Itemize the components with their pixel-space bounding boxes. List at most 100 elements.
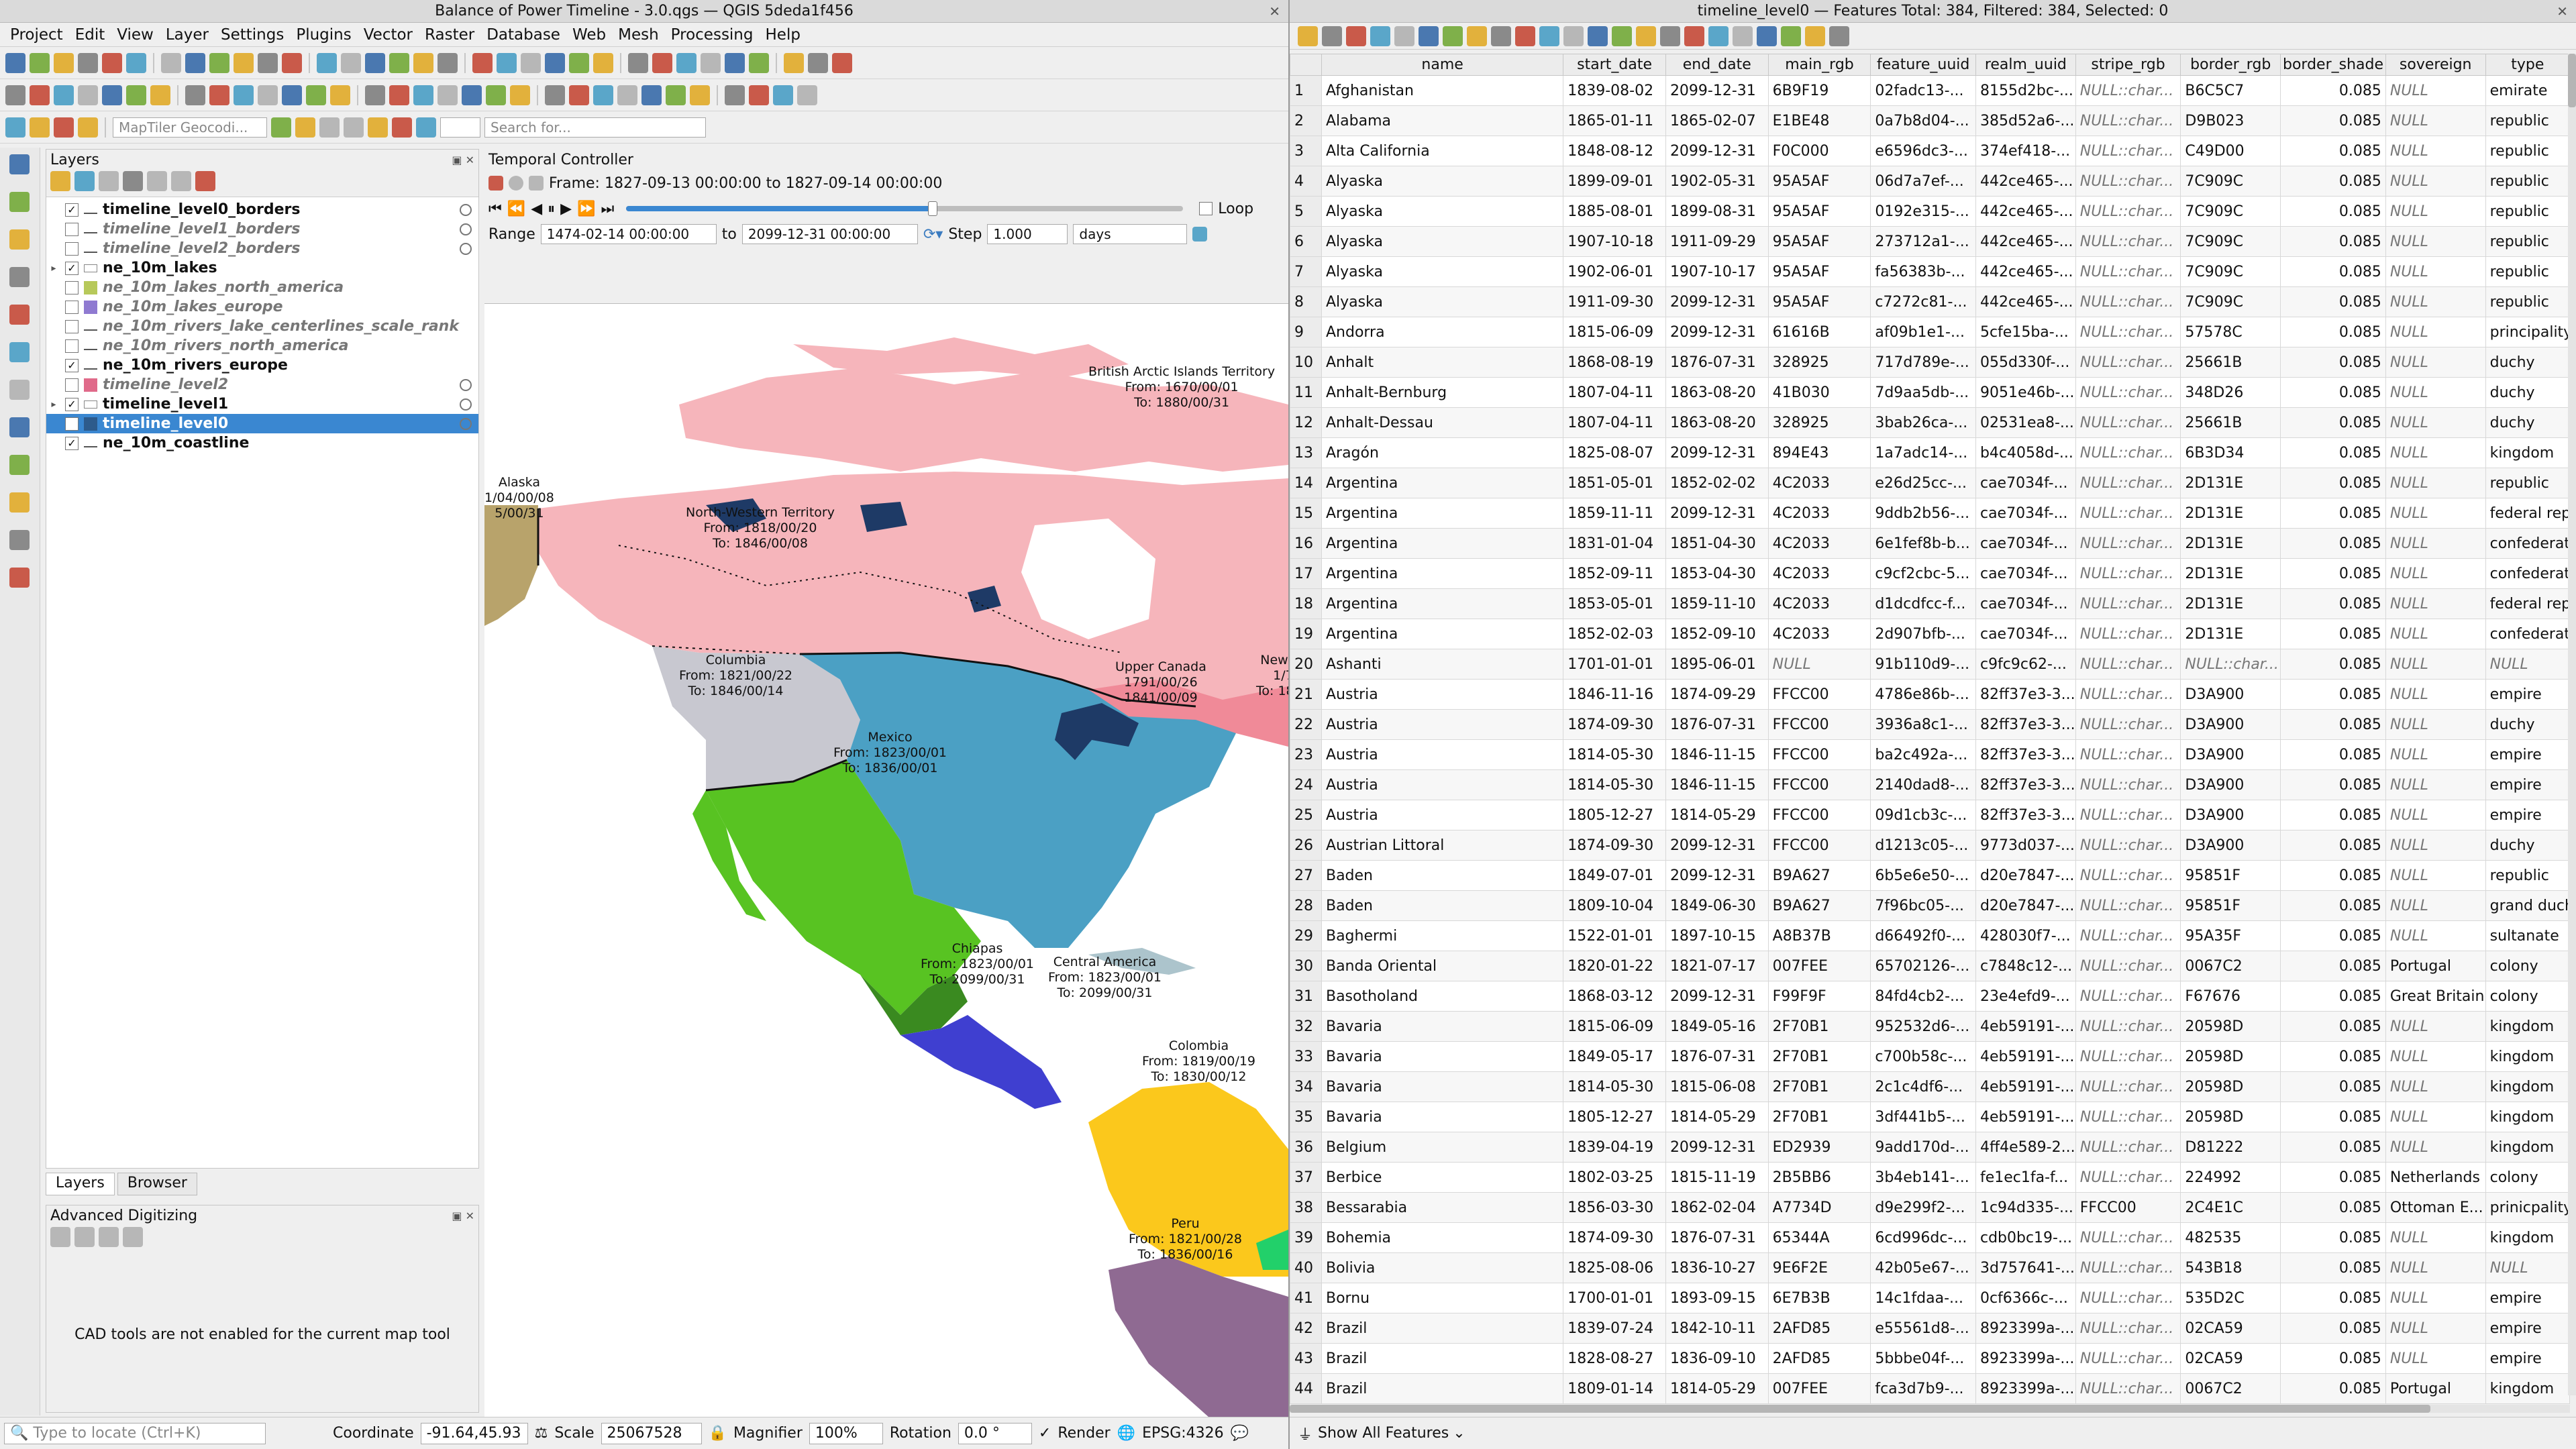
table-cell[interactable]: 0.085 [2280, 136, 2386, 166]
paste-icon[interactable] [209, 85, 229, 105]
layer-item-ne-10m-rivers-europe[interactable]: ✓ ne_10m_rivers_europe [46, 356, 478, 375]
layer-visibility-checkbox[interactable] [65, 300, 79, 314]
column-header-type[interactable]: type [2485, 54, 2571, 76]
table-cell[interactable]: kingdom [2485, 437, 2571, 468]
table-cell[interactable]: 1876-07-31 [1665, 1041, 1769, 1072]
table-cell[interactable]: 0.085 [2280, 226, 2386, 257]
table-cell[interactable]: 4eb59191-... [1975, 1071, 2076, 1102]
table-cell[interactable]: 0.085 [2280, 558, 2386, 589]
split-features-icon[interactable] [330, 85, 350, 105]
metadata-search-icon[interactable] [832, 52, 852, 73]
table-cell[interactable]: 2D131E [2180, 558, 2281, 589]
table-cell[interactable]: 95851F [2180, 860, 2281, 891]
table-cell[interactable]: 1839-07-24 [1563, 1313, 1666, 1344]
table-cell[interactable]: 442ce465-... [1975, 286, 2076, 317]
table-cell[interactable]: 7C909C [2180, 166, 2281, 197]
table-cell[interactable]: 5cfe15ba-... [1975, 317, 2076, 347]
print-layout-icon[interactable] [102, 52, 122, 73]
layer-visibility-checkbox[interactable] [65, 222, 79, 236]
select-icon[interactable] [30, 117, 50, 138]
table-cell[interactable]: 14c1fdaa-... [1870, 1283, 1976, 1313]
table-cell[interactable]: 1846-11-15 [1665, 769, 1769, 800]
new-project-icon[interactable] [5, 52, 25, 73]
table-cell[interactable]: Ashanti [1321, 649, 1564, 680]
table-cell[interactable]: NULL [2385, 196, 2486, 227]
table-cell[interactable]: NULL [2385, 317, 2486, 347]
table-cell[interactable]: 7f96bc05-... [1870, 890, 1976, 921]
layer-item-timeline-level2[interactable]: timeline_level2 [46, 375, 478, 394]
table-cell[interactable]: Alyaska [1321, 286, 1564, 317]
undo-icon[interactable] [234, 85, 254, 105]
table-row[interactable]: 30 Banda Oriental 1820-01-22 1821-07-17 007F… [1290, 951, 2571, 981]
table-cell[interactable]: 1862-02-04 [1665, 1192, 1769, 1223]
column-header-border-rgb[interactable]: border_rgb [2180, 54, 2281, 76]
table-cell[interactable]: 535D2C [2180, 1283, 2281, 1313]
table-cell[interactable]: D3A900 [2180, 830, 2281, 861]
zoom-next-icon[interactable] [413, 52, 433, 73]
table-cell[interactable]: NULL [2385, 830, 2486, 861]
new-3d-view-icon[interactable] [472, 52, 493, 73]
table-cell[interactable]: Baden [1321, 890, 1564, 921]
table-cell[interactable]: 1701-01-01 [1563, 649, 1666, 680]
table-cell[interactable]: 4C2033 [1767, 619, 1871, 649]
table-row[interactable]: 14 Argentina 1851-05-01 1852-02-02 4C2033 e26… [1290, 468, 2571, 498]
table-cell[interactable]: 2140dad8-... [1870, 769, 1976, 800]
add-raster-layer-icon[interactable] [9, 192, 30, 212]
table-cell[interactable]: 1815-06-09 [1563, 317, 1666, 347]
table-cell[interactable]: 1a7adc14-... [1870, 437, 1976, 468]
table-cell[interactable]: republic [2485, 166, 2571, 197]
table-cell[interactable]: 1899-08-31 [1665, 196, 1769, 227]
table-cell[interactable]: NULL [2385, 256, 2486, 287]
table-cell[interactable]: 0.085 [2280, 75, 2386, 106]
table-cell[interactable]: NULL::char... [2075, 739, 2181, 770]
table-cell[interactable]: NULL::char... [2075, 407, 2181, 438]
table-cell[interactable]: Alta California [1321, 136, 1564, 166]
table-row[interactable]: 44 Brazil 1809-01-14 1814-05-29 007FEE fca3d7… [1290, 1373, 2571, 1404]
table-cell[interactable]: 0.085 [2280, 1011, 2386, 1042]
table-row[interactable]: 39 Bohemia 1874-09-30 1876-07-31 65344A 6cd99… [1290, 1222, 2571, 1253]
table-cell[interactable]: empire [2485, 679, 2571, 710]
table-cell[interactable]: Argentina [1321, 558, 1564, 589]
table-cell[interactable]: NULL [2385, 709, 2486, 740]
save-as-icon[interactable] [78, 52, 98, 73]
table-cell[interactable]: 1852-09-11 [1563, 558, 1666, 589]
table-cell[interactable]: ED2939 [1767, 1132, 1871, 1163]
table-cell[interactable]: NULL::char... [2075, 709, 2181, 740]
table-cell[interactable]: D3A900 [2180, 709, 2281, 740]
table-cell[interactable]: 4ff4e589-2... [1975, 1132, 2076, 1163]
cut-icon[interactable] [150, 85, 170, 105]
table-cell[interactable]: d9e299f2-... [1870, 1192, 1976, 1223]
table-cell[interactable]: 4786e86b-... [1870, 679, 1976, 710]
column-header-realm-uuid[interactable]: realm_uuid [1975, 54, 2076, 76]
label-icon[interactable] [78, 117, 98, 138]
table-cell[interactable]: federal rep [2485, 498, 2571, 529]
table-cell[interactable]: 6B9F19 [1767, 75, 1871, 106]
table-cell[interactable]: 7C909C [2180, 286, 2281, 317]
table-row[interactable]: 23 Austria 1814-05-30 1846-11-15 FFCC00 ba2c4… [1290, 739, 2571, 770]
table-cell[interactable]: emirate [2485, 75, 2571, 106]
table-cell[interactable]: 1849-06-30 [1665, 890, 1769, 921]
table-cell[interactable]: NULL [2385, 498, 2486, 529]
table-cell[interactable]: kingdom [2485, 1071, 2571, 1102]
table-cell[interactable]: 1876-07-31 [1665, 1222, 1769, 1253]
table-cell[interactable]: 0.085 [2280, 830, 2386, 861]
table-row[interactable]: 11 Anhalt-Bernburg 1807-04-11 1863-08-20 41B… [1290, 377, 2571, 408]
table-row[interactable]: 34 Bavaria 1814-05-30 1815-06-08 2F70B1 2c1c4… [1290, 1071, 2571, 1102]
table-cell[interactable]: 2F70B1 [1767, 1102, 1871, 1132]
table-cell[interactable]: NULL [2385, 920, 2486, 951]
table-cell[interactable]: 0.085 [2280, 468, 2386, 498]
pin-labels-icon[interactable] [510, 85, 530, 105]
table-row[interactable]: 33 Bavaria 1849-05-17 1876-07-31 2F70B1 c700b… [1290, 1041, 2571, 1072]
table-cell[interactable]: d1213c05-... [1870, 830, 1976, 861]
table-cell[interactable]: 20598D [2180, 1102, 2281, 1132]
table-cell[interactable]: 1851-05-01 [1563, 468, 1666, 498]
table-cell[interactable]: NULL::char... [2075, 1162, 2181, 1193]
table-row[interactable]: 5 Alyaska 1885-08-01 1899-08-31 95A5AF 0192e3… [1290, 196, 2571, 227]
table-cell[interactable]: 95A35F [2180, 920, 2281, 951]
table-cell[interactable]: 0.085 [2280, 800, 2386, 830]
table-cell[interactable]: 2099-12-31 [1665, 136, 1769, 166]
table-cell[interactable]: NULL::char... [2075, 347, 2181, 378]
table-cell[interactable]: 4eb59191-... [1975, 1011, 2076, 1042]
settings-icon[interactable] [1192, 227, 1208, 241]
table-row[interactable]: 36 Belgium 1839-04-19 2099-12-31 ED2939 9add1… [1290, 1132, 2571, 1163]
